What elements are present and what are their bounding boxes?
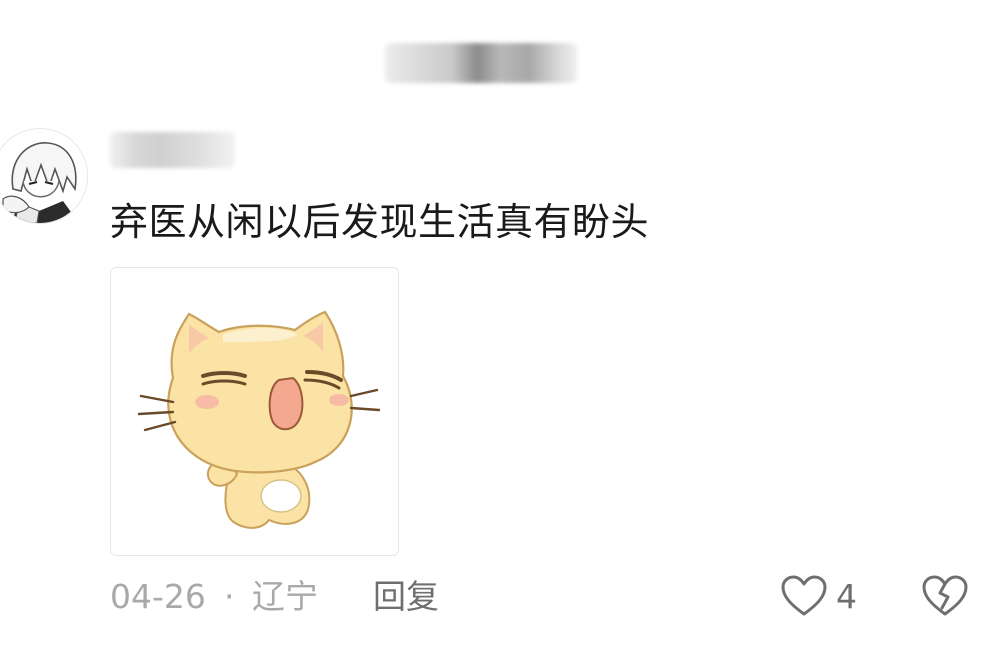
heart-outline-icon: [781, 575, 827, 616]
comment-page: 弃医从闲以后发现生活真有盼头 04-26 · 辽宁 回复 4: [0, 0, 1000, 667]
comment-text: 弃医从闲以后发现生活真有盼头: [110, 200, 650, 244]
like-count: 4: [836, 576, 857, 616]
sticker-image[interactable]: [110, 267, 399, 556]
meta-separator: ·: [224, 577, 235, 616]
blurred-post-title: [385, 43, 577, 83]
anime-avatar-image: [0, 129, 87, 223]
avatar[interactable]: [0, 128, 88, 224]
reply-button[interactable]: 回复: [373, 573, 439, 621]
comment-location: 辽宁: [252, 577, 318, 616]
dislike-button[interactable]: [919, 570, 971, 622]
comment-date: 04-26: [110, 577, 206, 616]
blurred-username: [110, 132, 235, 168]
like-button[interactable]: 4: [780, 570, 857, 622]
cat-sticker-icon: [137, 310, 381, 529]
broken-heart-icon: [922, 575, 968, 616]
